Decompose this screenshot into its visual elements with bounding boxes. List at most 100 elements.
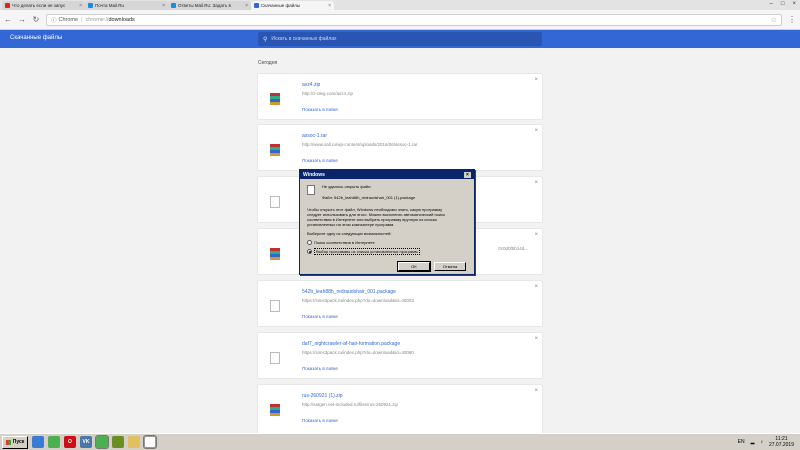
file-name-link[interactable]: avz4.zip	[302, 82, 320, 88]
chrome-icon[interactable]	[48, 436, 60, 448]
day-label: Сегодня	[258, 60, 278, 66]
remove-icon[interactable]: ×	[534, 336, 538, 342]
language-indicator[interactable]: EN	[738, 439, 745, 445]
search-input[interactable]	[271, 36, 512, 42]
toolbar: ← → ↻ ⓘ Chrome | chrome:// downloads ☆ ⋮	[0, 10, 800, 30]
show-in-folder-link[interactable]: Показать в папке	[302, 107, 338, 112]
file-name-link[interactable]: 542b_leah88h_redraudshair_001.package	[302, 289, 396, 295]
open-with-dialog: Windows × Не удалось открыть файл: Файл:…	[299, 169, 475, 275]
download-favicon-icon	[254, 3, 259, 8]
start-label: Пуск	[12, 439, 25, 445]
mail-favicon-icon	[88, 3, 93, 8]
file-url[interactable]: https://sims3pack.ru/index.php?do=downlo…	[302, 350, 414, 355]
url-path: downloads	[108, 16, 135, 23]
tab-title: Скачанные файлы	[261, 3, 301, 8]
archive-file-icon	[270, 404, 280, 416]
url-scheme: chrome://	[85, 16, 109, 23]
network-icon[interactable]: ▂	[751, 439, 755, 445]
file-name-link[interactable]: rus-260921 (1).zip	[302, 393, 343, 399]
close-tab-icon[interactable]: ×	[162, 3, 165, 9]
close-tab-icon[interactable]: ×	[79, 3, 82, 9]
archive-file-icon	[270, 144, 280, 156]
info-icon[interactable]: ⓘ	[51, 16, 57, 24]
archive-file-icon	[270, 93, 280, 105]
dialog-file-line: Файл: 542b_leah88h_redraudshair_001 (1).…	[322, 195, 416, 200]
download-card: daf7_nightcrawler-af-hair-formation.pack…	[258, 333, 542, 378]
remove-icon[interactable]: ×	[534, 77, 538, 83]
file-url-tail: 0c0d0f5b14d...	[498, 246, 528, 251]
forward-arrow-icon[interactable]: →	[18, 15, 26, 24]
remove-icon[interactable]: ×	[534, 388, 538, 394]
start-button[interactable]: Пуск	[2, 435, 28, 449]
file-url[interactable]: https://sims3pack.ru/index.php?do=downlo…	[302, 298, 414, 303]
remove-icon[interactable]: ×	[534, 180, 538, 186]
file-name-link[interactable]: daf7_nightcrawler-af-hair-formation.pack…	[302, 341, 400, 347]
back-arrow-icon[interactable]: ←	[4, 15, 12, 24]
vk-icon[interactable]: VK	[80, 436, 92, 448]
remove-icon[interactable]: ×	[534, 284, 538, 290]
volume-icon[interactable]: ♪	[760, 439, 763, 445]
blank-file-icon	[270, 196, 280, 208]
documents-icon[interactable]	[128, 436, 140, 448]
maximize-icon[interactable]: □	[781, 1, 785, 7]
show-in-folder-link[interactable]: Показать в папке	[302, 418, 338, 423]
close-tab-icon[interactable]: ×	[328, 3, 331, 9]
radio-button[interactable]	[307, 249, 312, 254]
dialog-body-line: установленных на этом компьютере програм…	[307, 222, 395, 227]
show-in-folder-link[interactable]: Показать в папке	[302, 366, 338, 371]
search-bar[interactable]: ⚲	[258, 32, 542, 46]
download-card: avz4.zip http://z-oleg.com/avz4.zip Пока…	[258, 74, 542, 119]
chrome-window-icon[interactable]	[95, 435, 109, 449]
close-dialog-icon[interactable]: ×	[464, 171, 471, 178]
system-tray: EN ▂ ♪ 11:21 27.07.2019	[738, 436, 798, 448]
tab-strip: Что делать если не запус × Почта Mail.Ru…	[0, 0, 800, 10]
address-bar[interactable]: ⓘ Chrome | chrome:// downloads ☆	[46, 13, 782, 26]
opera-icon[interactable]: O	[64, 436, 76, 448]
show-in-folder-link[interactable]: Показать в папке	[302, 314, 338, 319]
page-title: Скачанные файлы	[10, 35, 63, 41]
download-card: rus-260921 (1).zip http://satgen.net-inc…	[258, 385, 542, 433]
file-url[interactable]: http://www.sall.ru/wp-content/uploads/20…	[302, 142, 418, 147]
unknown-file-icon[interactable]	[143, 435, 157, 449]
tab-youtube[interactable]: Что делать если не запус ×	[2, 1, 85, 10]
file-url[interactable]: http://z-oleg.com/avz4.zip	[302, 91, 353, 96]
tab-answers[interactable]: Ответы Mail.Ru: Задать в ×	[168, 1, 251, 10]
ok-button[interactable]: OK	[397, 261, 431, 272]
game-icon[interactable]	[112, 436, 124, 448]
window-controls: – □ ×	[770, 1, 796, 7]
close-tab-icon[interactable]: ×	[245, 3, 248, 9]
dialog-heading: Не удалось открыть файл:	[322, 184, 372, 189]
blank-file-icon	[270, 300, 280, 312]
dialog-title: Windows	[303, 171, 325, 178]
download-card: assoc-1.rar http://www.sall.ru/wp-conten…	[258, 125, 542, 170]
cancel-button[interactable]: Отмена	[434, 262, 466, 271]
tab-title: Почта Mail.Ru	[95, 3, 124, 8]
unknown-file-icon	[307, 185, 315, 195]
menu-icon[interactable]: ⋮	[788, 15, 796, 24]
radio-button[interactable]	[307, 240, 312, 245]
file-name-link[interactable]: assoc-1.rar	[302, 133, 327, 139]
download-card: 542b_leah88h_redraudshair_001.package ht…	[258, 281, 542, 326]
remove-icon[interactable]: ×	[534, 128, 538, 134]
reload-icon[interactable]: ↻	[32, 15, 40, 24]
option-label: Поиск соответствия в Интернете	[314, 240, 375, 245]
close-window-icon[interactable]: ×	[792, 1, 796, 7]
media-player-icon[interactable]	[32, 436, 44, 448]
tab-title: Ответы Mail.Ru: Задать в	[178, 3, 231, 8]
show-in-folder-link[interactable]: Показать в папке	[302, 158, 338, 163]
bookmark-star-icon[interactable]: ☆	[771, 16, 777, 24]
tab-downloads[interactable]: Скачанные файлы ×	[251, 1, 334, 10]
downloads-header: Скачанные файлы ⚲	[0, 30, 800, 48]
youtube-favicon-icon	[5, 3, 10, 8]
windows-logo-icon	[5, 439, 11, 445]
remove-icon[interactable]: ×	[534, 232, 538, 238]
clock[interactable]: 11:21 27.07.2019	[769, 436, 794, 448]
file-url[interactable]: http://satgen.net-included.ru/files/rus-…	[302, 402, 398, 407]
minimize-icon[interactable]: –	[770, 1, 773, 7]
dialog-titlebar[interactable]: Windows ×	[300, 170, 474, 179]
archive-file-icon	[270, 248, 280, 260]
option-label: Выбор программы из списка установленных …	[314, 248, 420, 255]
option-search-web[interactable]: Поиск соответствия в Интернете	[307, 240, 375, 245]
option-choose-program[interactable]: Выбор программы из списка установленных …	[307, 248, 420, 255]
tab-mail[interactable]: Почта Mail.Ru ×	[85, 1, 168, 10]
